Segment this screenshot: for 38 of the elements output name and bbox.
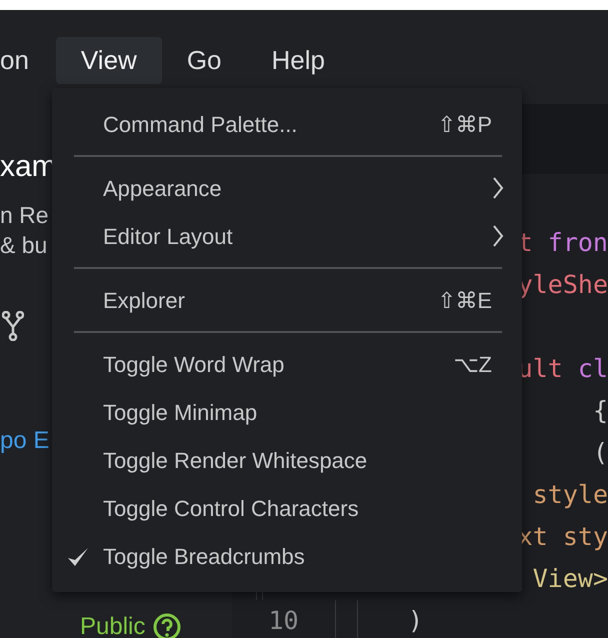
chevron-right-icon bbox=[492, 176, 504, 200]
help-icon[interactable] bbox=[153, 613, 182, 638]
chevron-right-icon bbox=[492, 224, 504, 248]
menu-item[interactable]: Go bbox=[162, 36, 246, 84]
menu-label: Explorer bbox=[103, 286, 186, 315]
menu-label: Toggle Control Characters bbox=[103, 494, 360, 523]
menu-label: Command Palette... bbox=[103, 110, 298, 138]
visibility-label: Public bbox=[80, 612, 146, 638]
description-text: & bu bbox=[0, 231, 48, 259]
menu-item[interactable]: Toggle Control Characters bbox=[52, 484, 522, 532]
menu-item[interactable]: Command Palette... ⇧⌘P bbox=[52, 100, 522, 148]
menu-label: Appearance bbox=[103, 174, 223, 203]
description-text: n Re bbox=[0, 201, 49, 229]
menu-label: Toggle Breadcrumbs bbox=[103, 542, 306, 571]
code-line: ) bbox=[408, 606, 424, 636]
menu-item[interactable]: Help bbox=[246, 36, 350, 84]
menu-item[interactable]: Toggle Render Whitespace bbox=[52, 436, 522, 484]
code-line: View> bbox=[532, 564, 608, 594]
menu-label: Toggle Word Wrap bbox=[103, 350, 286, 379]
code-line: style bbox=[532, 480, 608, 510]
menu-item[interactable]: Toggle Minimap bbox=[52, 388, 522, 436]
fork-icon bbox=[2, 311, 24, 341]
menu-item[interactable]: Toggle Word Wrap ⌥Z bbox=[52, 340, 522, 388]
menu-label: Editor Layout bbox=[103, 222, 234, 251]
shortcut-text: ⇧⌘P bbox=[437, 110, 492, 138]
shortcut-text: ⌥Z bbox=[454, 350, 492, 378]
shortcut-text: ⇧⌘E bbox=[437, 286, 492, 314]
line-number: 10 bbox=[268, 605, 299, 638]
code-line: { bbox=[592, 396, 608, 426]
menu-label: Toggle Minimap bbox=[103, 398, 258, 427]
code-line: ( bbox=[592, 438, 608, 468]
menu-item[interactable]: View bbox=[56, 36, 162, 84]
menu-item[interactable]: Toggle Breadcrumbs bbox=[52, 532, 522, 580]
menu-item[interactable]: Appearance bbox=[52, 164, 522, 212]
menu-item[interactable]: Editor Layout bbox=[52, 212, 522, 260]
repo-link[interactable]: po E bbox=[0, 423, 50, 459]
menu-item[interactable]: on bbox=[0, 36, 54, 84]
menu-label: Toggle Render Whitespace bbox=[103, 446, 368, 475]
